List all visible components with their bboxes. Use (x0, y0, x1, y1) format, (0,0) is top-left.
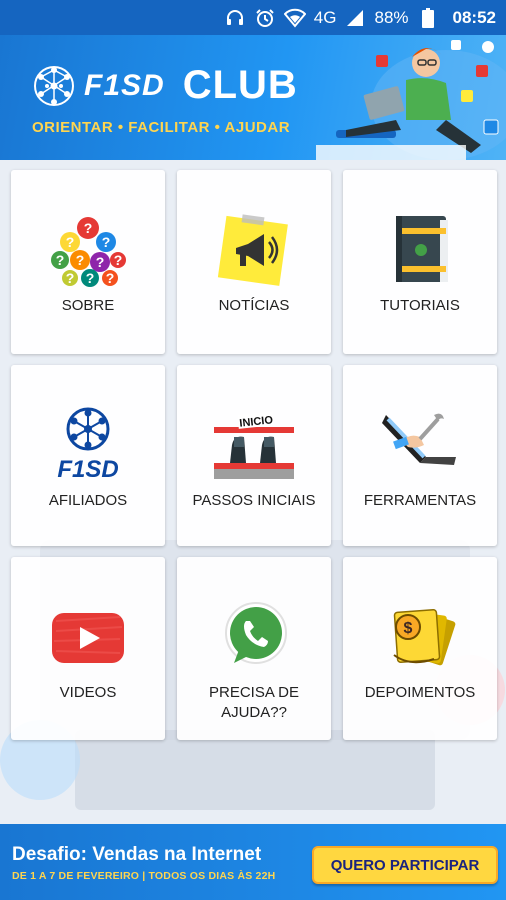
network-globe-icon (34, 65, 74, 106)
alarm-icon (254, 7, 276, 29)
network-type: 4G (313, 7, 337, 27)
tile-label: PRECISA DE AJUDA?? (208, 684, 300, 721)
tile-label: AFILIADOS (48, 492, 128, 509)
tile-precisa-de-ajuda[interactable]: PRECISA DE AJUDA?? (177, 557, 331, 740)
battery-percent: 88% (374, 7, 409, 27)
svg-text:?: ? (114, 252, 123, 268)
tile-afiliados[interactable]: F1SD AFILIADOS (11, 365, 165, 546)
participate-button[interactable]: QUERO PARTICIPAR (312, 846, 498, 884)
tile-label: VIDEOS (59, 684, 117, 701)
tile-depoimentos[interactable]: $ DEPOIMENTOS (343, 557, 497, 740)
headphones-icon (224, 7, 246, 29)
signal-icon (344, 7, 366, 29)
svg-text:?: ? (56, 252, 65, 268)
header-illustration (316, 40, 506, 160)
club-title: CLUB (182, 63, 298, 107)
header-banner: F1SD CLUB ORIENTAR • FACILITAR • AJUDAR (0, 35, 506, 160)
battery-icon (417, 7, 439, 29)
tile-label: DEPOIMENTOS (364, 684, 476, 701)
svg-text:?: ? (96, 254, 105, 270)
menu-grid: ? ? ? ? ? ? ? ? ? ? SOBRE NOTÍCIAS TUTOR… (11, 170, 497, 740)
tile-label: TUTORIAIS (380, 297, 460, 314)
laptop-wrench-icon (382, 413, 456, 465)
youtube-icon (52, 613, 124, 663)
tile-label: PASSOS INICIAIS (192, 492, 316, 509)
brand-name: F1SD (84, 68, 165, 102)
money-icon: $ (393, 609, 456, 666)
tile-ferramentas[interactable]: FERRAMENTAS (343, 365, 497, 546)
logo: F1SD CLUB (32, 63, 298, 108)
svg-text:F1SD: F1SD (57, 456, 118, 483)
tile-passos-iniciais[interactable]: INICIO PASSOS INICIAIS (177, 365, 331, 546)
tagline: ORIENTAR • FACILITAR • AJUDAR (32, 119, 291, 136)
tile-sobre[interactable]: ? ? ? ? ? ? ? ? ? ? SOBRE (11, 170, 165, 354)
tile-noticias[interactable]: NOTÍCIAS (177, 170, 331, 354)
start-line-icon: INICIO (214, 411, 294, 479)
wifi-icon (283, 7, 306, 29)
tile-tutoriais[interactable]: TUTORIAIS (343, 170, 497, 354)
book-icon (396, 216, 448, 282)
svg-text:?: ? (84, 220, 93, 236)
svg-text:?: ? (86, 270, 95, 286)
svg-text:?: ? (102, 234, 111, 250)
svg-text:?: ? (66, 270, 75, 286)
status-bar: 4G 88% 08:52 (0, 0, 506, 35)
whatsapp-icon (225, 602, 287, 664)
tile-videos[interactable]: VIDEOS (11, 557, 165, 740)
svg-text:?: ? (66, 234, 75, 250)
svg-text:?: ? (106, 270, 115, 286)
promo-title: Desafio: Vendas na Internet (12, 844, 262, 865)
tile-label: SOBRE (61, 297, 115, 314)
svg-text:$: $ (404, 620, 413, 637)
promo-subtitle: DE 1 A 7 DE FEVEREIRO | TODOS OS DIAS ÀS… (12, 870, 276, 882)
f1sd-logo-icon: F1SD (57, 407, 119, 483)
clock: 08:52 (452, 7, 496, 27)
svg-text:?: ? (76, 252, 85, 268)
tile-label: FERRAMENTAS (363, 492, 477, 509)
megaphone-note-icon (217, 214, 288, 286)
question-marks-icon: ? ? ? ? ? ? ? ? ? ? (51, 217, 126, 287)
tile-label: NOTÍCIAS (218, 297, 290, 314)
promo-banner[interactable]: Desafio: Vendas na Internet DE 1 A 7 DE … (0, 824, 506, 900)
